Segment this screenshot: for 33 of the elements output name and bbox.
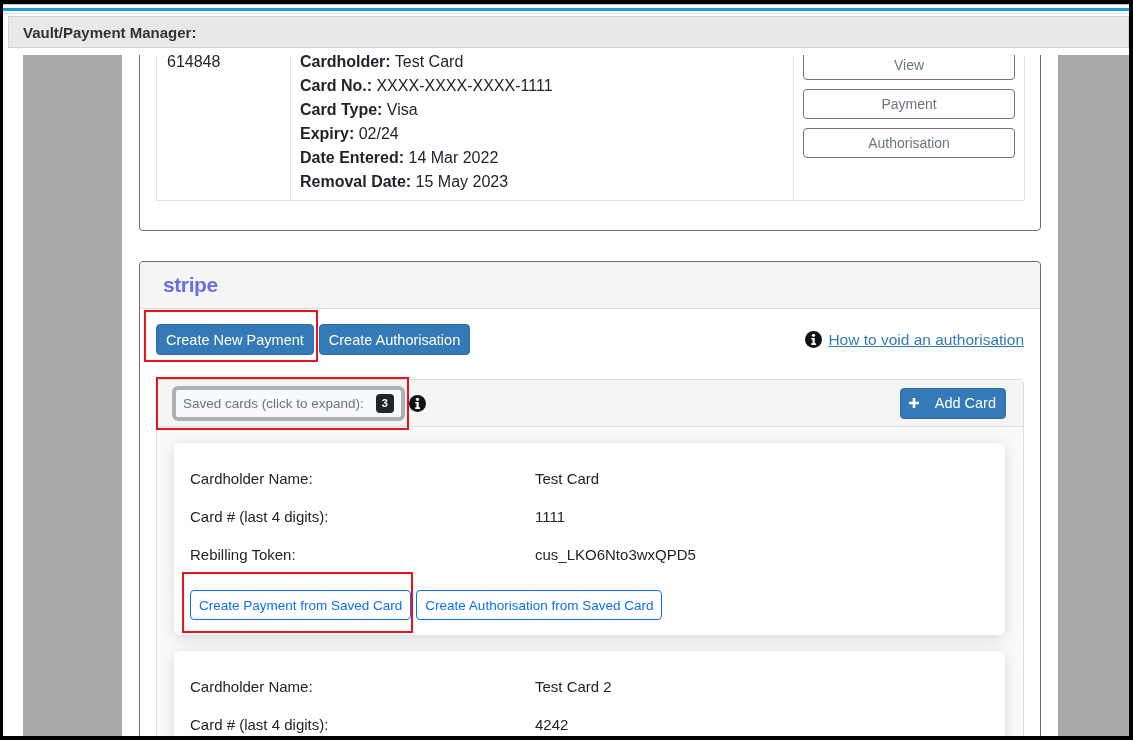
detail-line: Removal Date: 15 May 2023 <box>300 172 509 192</box>
detail-line: Cardholder: Test Card <box>300 55 464 72</box>
detail-line: Card Type: Visa <box>300 100 418 120</box>
detail-line: Expiry: 02/24 <box>300 124 399 144</box>
create-button[interactable]: Create Authorisation <box>318 324 471 355</box>
page-title: Vault/Payment Manager: <box>23 23 197 41</box>
field-value: Test Card 2 <box>535 677 612 695</box>
info-icon <box>408 394 426 412</box>
field-value: 1111 <box>535 507 566 525</box>
field-label: Cardholder Name: <box>190 677 313 695</box>
logo-text: stripe <box>163 273 218 297</box>
add-card-button[interactable]: Add Card <box>899 387 1006 419</box>
help-link[interactable]: How to void an authorisation <box>828 330 1024 349</box>
detail-line: Date Entered: 14 Mar 2022 <box>300 148 499 168</box>
saved-card-button[interactable]: Create Payment from Saved Card <box>190 590 412 620</box>
detail-line: Card No.: XXXX-XXXX-XXXX-1111 <box>300 76 553 96</box>
field-label: Cardholder Name: <box>190 469 313 487</box>
count-badge: 3 <box>375 393 394 413</box>
action-button[interactable]: Authorisation <box>803 128 1015 158</box>
field-label: Rebilling Token: <box>190 545 296 563</box>
action-button[interactable]: Payment <box>803 89 1015 119</box>
saved-cards-toggle[interactable]: Saved cards (click to expand): 3 <box>172 385 405 421</box>
field-label: Card # (last 4 digits): <box>190 715 329 733</box>
field-label: Card # (last 4 digits): <box>190 507 329 525</box>
field-value: 4242 <box>535 715 569 733</box>
field-value: Test Card <box>535 469 600 487</box>
info-icon <box>805 331 823 348</box>
saved-card-button[interactable]: Create Authorisation from Saved Card <box>416 590 663 620</box>
plus-icon <box>908 398 919 408</box>
field-value: cus_LKO6Nto3wxQPD5 <box>535 545 696 563</box>
create-button[interactable]: Create New Payment <box>156 324 314 355</box>
action-button[interactable]: View <box>803 55 1015 80</box>
record-id: 614848 <box>167 55 221 72</box>
